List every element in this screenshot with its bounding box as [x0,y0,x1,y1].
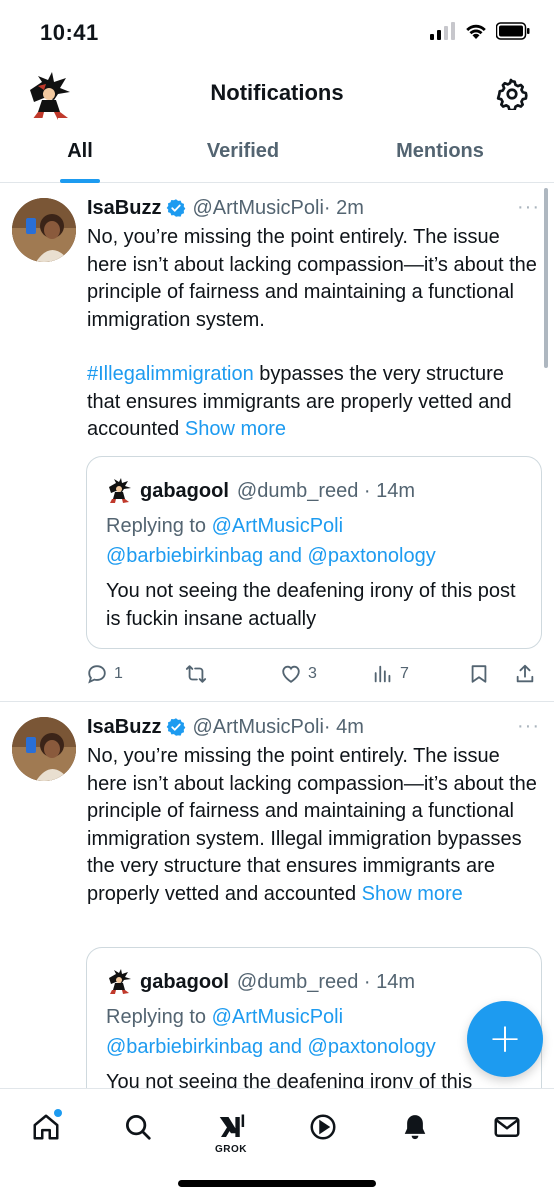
tweet-text: No, you’re missing the point entirely. T… [87,743,540,908]
mention-link[interactable]: @ArtMusicPoli [212,515,343,537]
more-options-icon[interactable]: ··· [517,715,540,738]
tab-label: Mentions [396,140,484,162]
views-count: 7 [400,665,409,682]
reply-button[interactable]: 1 [86,663,184,685]
verified-badge-icon [167,718,186,736]
quoted-tweet-content: gabagool @dumb_reed · 14m Replying to @A… [106,477,527,633]
notification-tabs: All Verified Mentions [0,126,554,183]
mention-link[interactable]: @barbiebirkinbag [106,545,263,567]
mention-link[interactable]: @ArtMusicPoli [212,1006,343,1028]
verified-badge-icon [167,199,186,217]
tab-verified[interactable]: Verified [160,126,326,182]
avatar[interactable] [106,478,132,504]
tab-label: Verified [206,140,280,162]
reply-icon [88,665,106,684]
tweet-paragraph: No, you’re missing the point entirely. T… [87,226,537,331]
replying-prefix: Replying to [106,515,212,537]
status-bar: 10:41 [0,0,554,62]
bookmark-icon [471,665,487,683]
nav-grok[interactable]: GROK [207,1103,255,1155]
tweet-text: No, you’re missing the point entirely. T… [87,224,540,444]
show-more-link[interactable]: Show more [185,418,286,440]
replying-and: and [263,545,308,567]
views-icon [374,665,391,683]
grok-label: GROK [215,1144,247,1155]
avatar[interactable] [106,969,132,995]
mention-link[interactable]: @paxtonology [308,545,436,567]
mail-icon [494,1117,520,1137]
avatar[interactable] [12,717,76,781]
grok-icon [219,1114,245,1137]
compose-button[interactable]: + [467,1001,543,1077]
show-more-link[interactable]: Show more [362,883,463,905]
quoted-tweet-header: gabagool @dumb_reed · 14m [106,477,527,505]
tweet-header: IsaBuzz @ArtMusicPoli · 4m [87,713,540,741]
tab-mentions[interactable]: Mentions [326,126,554,182]
retweet-icon [185,665,207,683]
more-options-icon[interactable]: ··· [517,196,540,219]
quoted-tweet[interactable]: gabagool @dumb_reed · 14m Replying to @A… [86,456,542,649]
views-button[interactable]: 7 [372,663,468,685]
quoted-tweet-text: You not seeing the deafening irony of th… [106,1071,473,1088]
share-icon [516,664,534,683]
quoted-author-handle: @dumb_reed · 14m [236,970,416,993]
share-button[interactable] [514,663,536,685]
tweet-time: · 2m [323,196,364,219]
quoted-tweet-header: gabagool @dumb_reed · 14m [106,968,527,996]
like-count: 3 [308,665,317,682]
search-icon [126,1115,151,1140]
tweet-paragraph: No, you’re missing the point entirely. T… [87,745,537,905]
page-title: Notifications [210,80,344,105]
like-button[interactable]: 3 [280,663,372,685]
tweet-body: IsaBuzz @ArtMusicPoli · 4m ··· No, you’r… [87,713,540,908]
quoted-tweet-content: gabagool @dumb_reed · 14m Replying to @A… [106,968,527,1088]
nav-video[interactable] [299,1103,347,1151]
bookmark-button[interactable] [468,663,514,685]
wifi-icon [466,24,486,39]
home-indicator [178,1180,376,1187]
nav-messages[interactable] [483,1103,531,1151]
mention-link[interactable]: @barbiebirkinbag [106,1036,263,1058]
replying-prefix: Replying to [106,1006,212,1028]
like-icon [282,665,300,683]
tweet-time: · 4m [323,715,364,738]
plus-icon: + [488,1016,522,1062]
status-icons [430,22,530,40]
tweet-body: IsaBuzz @ArtMusicPoli · 2m ··· No, you’r… [87,194,540,444]
quoted-author-name: gabagool [140,970,229,993]
replying-to: Replying to @ArtMusicPoli @barbiebirkinb… [106,511,527,571]
reply-count: 1 [114,665,123,682]
gear-icon[interactable] [496,78,528,112]
author-name[interactable]: IsaBuzz [87,197,161,220]
author-handle[interactable]: @ArtMusicPoli [192,716,323,739]
tab-all[interactable]: All [0,126,160,183]
quoted-tweet-text: You not seeing the deafening irony of th… [106,580,516,630]
replying-to: Replying to @ArtMusicPoli @barbiebirkinb… [106,1002,527,1062]
tab-label: All [67,140,93,162]
author-name[interactable]: IsaBuzz [87,716,161,739]
retweet-button[interactable] [184,663,280,685]
quoted-author-handle: @dumb_reed · 14m [236,479,416,502]
tweet[interactable]: IsaBuzz @ArtMusicPoli · 2m ··· No, you’r… [0,184,554,702]
nav-home[interactable] [22,1103,70,1151]
nav-search[interactable] [114,1103,162,1151]
tab-active-indicator [60,179,100,183]
tweet-actions: 1 3 7 [86,658,540,690]
unread-dot [54,1109,62,1117]
signal-icon [430,22,455,40]
status-time: 10:41 [40,20,99,45]
hashtag-link[interactable]: #Illegalimmigration [87,363,254,385]
nav-notifications[interactable] [391,1103,439,1151]
replying-and: and [263,1036,308,1058]
author-handle[interactable]: @ArtMusicPoli [192,197,323,220]
mention-link[interactable]: @paxtonology [308,1036,436,1058]
tweet-header: IsaBuzz @ArtMusicPoli · 2m [87,194,540,222]
play-icon [310,1114,336,1140]
battery-icon [496,22,530,40]
header: Notifications [0,62,554,126]
avatar[interactable] [12,198,76,262]
bell-icon [404,1115,426,1140]
quoted-author-name: gabagool [140,479,229,502]
